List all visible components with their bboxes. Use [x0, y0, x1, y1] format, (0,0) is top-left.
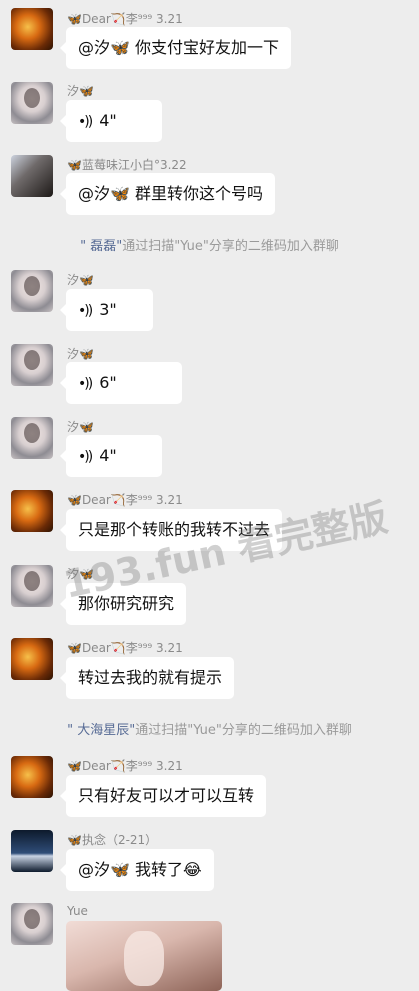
- sender-name: 🦋蓝莓味江小白°3.22: [67, 158, 187, 172]
- sender-name: 汐🦋: [67, 84, 94, 98]
- avatar[interactable]: [11, 155, 53, 197]
- voice-duration: 4": [99, 446, 117, 465]
- sender-name: Yue: [67, 904, 88, 918]
- avatar[interactable]: [11, 270, 53, 312]
- voice-wave-icon: •)): [78, 303, 93, 319]
- voice-wave-icon: •)): [78, 449, 93, 465]
- message-bubble[interactable]: @汐🦋 群里转你这个号吗: [59, 173, 276, 215]
- avatar[interactable]: [11, 903, 53, 945]
- voice-wave-icon: •)): [78, 376, 93, 392]
- avatar[interactable]: [11, 565, 53, 607]
- system-notice-text: 通过扫描"Yue"分享的二维码加入群聊: [122, 239, 339, 254]
- system-notice: " 磊磊"通过扫描"Yue"分享的二维码加入群聊: [0, 235, 419, 254]
- message-bubble[interactable]: 只是那个转账的我转不过去: [59, 509, 283, 551]
- voice-message-bubble[interactable]: •)) 3": [60, 289, 153, 331]
- avatar[interactable]: [11, 490, 53, 532]
- sender-name: 汐🦋: [67, 420, 94, 434]
- avatar[interactable]: [11, 82, 53, 124]
- joined-user[interactable]: " 磊磊": [80, 239, 122, 254]
- system-notice: " 大海星辰"通过扫描"Yue"分享的二维码加入群聊: [0, 719, 419, 738]
- message-bubble[interactable]: 只有好友可以才可以互转: [59, 775, 267, 817]
- sender-name: 🦋执念（2-21）: [67, 833, 158, 847]
- voice-message-bubble[interactable]: •)) 4": [60, 435, 162, 477]
- sender-name: 汐🦋: [67, 347, 94, 361]
- sender-name: 🦋Dear🏹李⁹⁹⁹ 3.21: [67, 759, 183, 773]
- message-bubble[interactable]: @汐🦋 你支付宝好友加一下: [59, 27, 292, 69]
- system-notice-text: 通过扫描"Yue"分享的二维码加入群聊: [135, 723, 352, 738]
- voice-wave-icon: •)): [78, 114, 93, 130]
- sender-name: 汐🦋: [67, 567, 94, 581]
- message-bubble[interactable]: @汐🦋 我转了😂: [60, 849, 214, 891]
- avatar[interactable]: [11, 8, 53, 50]
- voice-duration: 3": [99, 300, 117, 319]
- voice-message-bubble[interactable]: •)) 6": [60, 362, 182, 404]
- voice-duration: 6": [99, 373, 117, 392]
- message-bubble[interactable]: 转过去我的就有提示: [59, 657, 235, 699]
- image-message[interactable]: [66, 921, 222, 991]
- sender-name: 🦋Dear🏹李⁹⁹⁹ 3.21: [67, 641, 183, 655]
- sender-name: 汐🦋: [67, 273, 94, 287]
- sender-name: 🦋Dear🏹李⁹⁹⁹ 3.21: [67, 12, 183, 26]
- message-bubble[interactable]: 那你研究研究: [59, 583, 187, 625]
- voice-duration: 4": [99, 111, 117, 130]
- avatar[interactable]: [11, 417, 53, 459]
- joined-user[interactable]: " 大海星辰": [67, 723, 135, 738]
- avatar[interactable]: [11, 756, 53, 798]
- sender-name: 🦋Dear🏹李⁹⁹⁹ 3.21: [67, 493, 183, 507]
- voice-message-bubble[interactable]: •)) 4": [60, 100, 162, 142]
- avatar[interactable]: [11, 638, 53, 680]
- avatar[interactable]: [11, 830, 53, 872]
- avatar[interactable]: [11, 344, 53, 386]
